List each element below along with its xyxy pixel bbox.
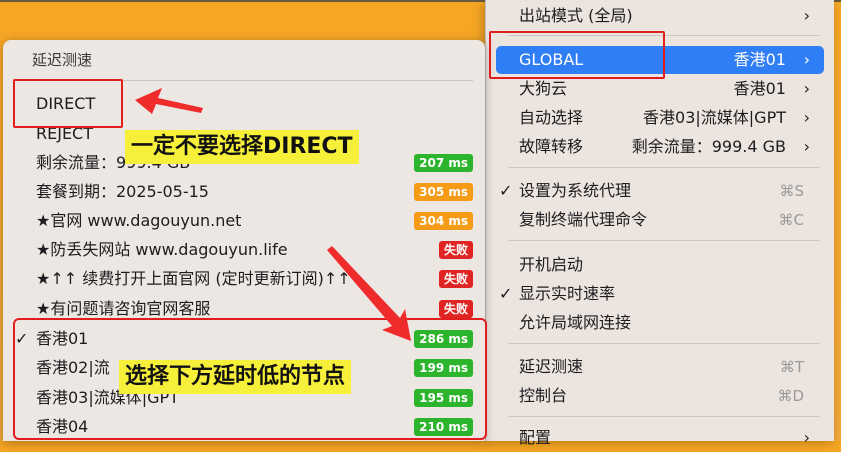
- arrow-to-direct-icon: [135, 88, 203, 114]
- annotation-note-nodes: 选择下方延时低的节点: [119, 360, 352, 394]
- annotation-note-direct: 一定不要选择DIRECT: [125, 130, 359, 164]
- arrow-to-nodes-icon: [327, 246, 411, 341]
